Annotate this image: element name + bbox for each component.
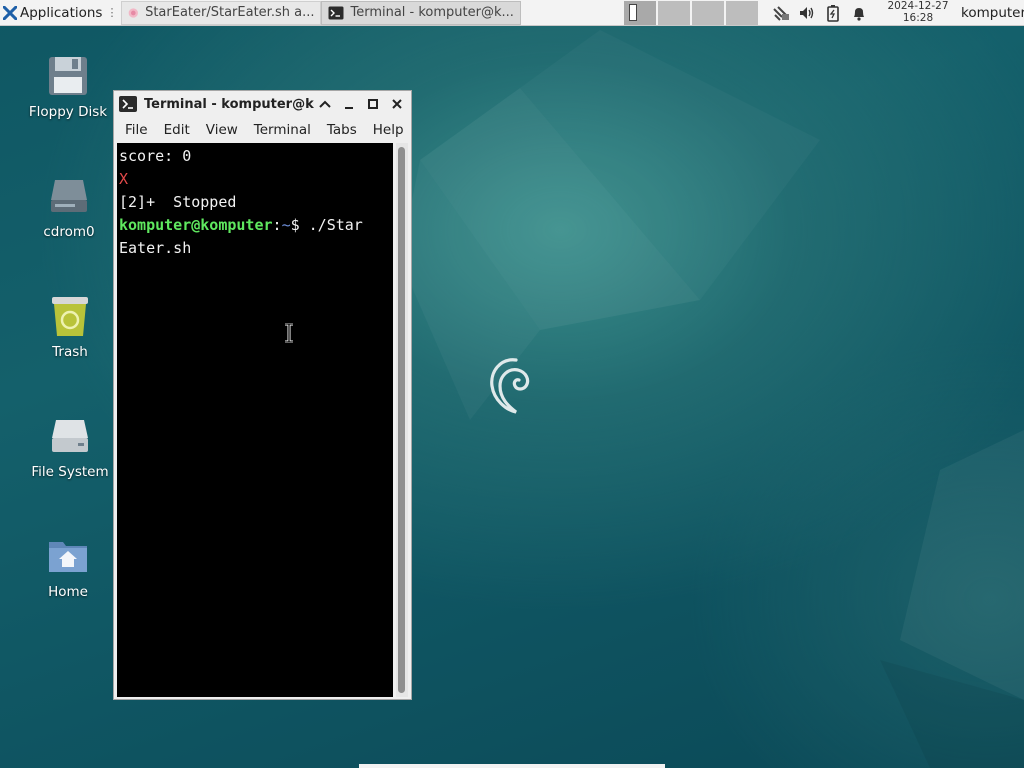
taskbar-label: StarEater/StarEater.sh a... <box>145 5 315 20</box>
desktop-icon-label: cdrom0 <box>43 224 95 240</box>
floppy-disk-icon <box>46 54 90 98</box>
panel-clock[interactable]: 2024-12-27 16:28 <box>880 0 956 24</box>
trash-icon <box>48 294 92 338</box>
menu-tabs[interactable]: Tabs <box>319 122 365 138</box>
scrollbar-thumb[interactable] <box>398 147 405 693</box>
minimize-button[interactable] <box>339 94 359 114</box>
menu-help[interactable]: Help <box>365 122 412 138</box>
terminal-window: Terminal - komputer@komputer: ~ File Edi… <box>113 90 412 700</box>
text-cursor-icon <box>285 323 293 343</box>
desktop-icon-home[interactable]: Home <box>20 534 116 600</box>
applications-menu-button[interactable]: Applications ⋮ <box>0 0 121 26</box>
volume-icon[interactable] <box>798 4 816 22</box>
workspace-2[interactable] <box>658 1 690 25</box>
taskbar-button-mousepad[interactable]: StarEater/StarEater.sh a... <box>121 0 322 25</box>
terminal-scrollbar[interactable] <box>396 143 408 697</box>
desktop-icon-label: File System <box>31 464 109 480</box>
clock-date: 2024-12-27 <box>887 0 949 12</box>
maximize-icon <box>368 99 378 109</box>
window-title: Terminal - komputer@komputer: ~ <box>144 96 314 112</box>
desktop-icon-label: Trash <box>52 344 88 360</box>
desktop-icon-label: Home <box>48 584 88 600</box>
network-icon[interactable] <box>772 4 790 22</box>
clock-time: 16:28 <box>902 11 934 24</box>
bottom-dock-edge <box>359 764 665 768</box>
desktop-icon-trash[interactable]: Trash <box>22 294 118 360</box>
workspace-switcher <box>624 1 758 25</box>
prompt-user-host: komputer@komputer <box>119 216 273 234</box>
terminal-line-marker: X <box>119 170 129 188</box>
close-icon <box>392 99 402 109</box>
battery-icon[interactable] <box>824 4 842 22</box>
workspace-window-preview <box>629 4 637 21</box>
shade-button[interactable] <box>315 94 335 114</box>
terminal-output[interactable]: score: 0 X [2]+ Stopped komputer@komputer:~… <box>117 143 393 697</box>
maximize-button[interactable] <box>363 94 383 114</box>
terminal-icon <box>119 96 137 112</box>
window-controls <box>315 94 407 114</box>
user-menu[interactable]: komputer <box>961 5 1024 21</box>
desktop-icon-cdrom0[interactable]: cdrom0 <box>21 174 117 240</box>
menu-edit[interactable]: Edit <box>156 122 198 138</box>
minimize-icon <box>345 107 353 109</box>
menu-view[interactable]: View <box>198 122 246 138</box>
notification-bell-icon[interactable] <box>850 4 868 22</box>
debian-logo <box>490 358 530 414</box>
taskbar-button-terminal[interactable]: Terminal - komputer@k... <box>321 0 522 25</box>
terminal-line-score: score: 0 <box>119 147 192 165</box>
chevron-up-icon <box>319 100 331 108</box>
menu-terminal[interactable]: Terminal <box>246 122 319 138</box>
workspace-3[interactable] <box>692 1 724 25</box>
taskbar-label: Terminal - komputer@k... <box>350 5 514 20</box>
hard-drive-icon <box>48 414 92 458</box>
prompt-path: ~ <box>281 216 291 234</box>
workspace-1[interactable] <box>624 1 656 25</box>
top-panel: Applications ⋮ StarEater/StarEater.sh a.… <box>0 0 1024 26</box>
cdrom-drive-icon <box>47 174 91 218</box>
desktop-icon-floppy-disk[interactable]: Floppy Disk <box>20 54 116 120</box>
prompt-command: $ ./Star <box>290 216 363 234</box>
terminal-line-job-status: [2]+ Stopped <box>119 193 237 211</box>
terminal-prompt-line: komputer@komputer:~$ ./Star <box>119 214 393 237</box>
xfce-logo-icon <box>3 5 17 20</box>
workspace-4[interactable] <box>726 1 758 25</box>
close-button[interactable] <box>387 94 407 114</box>
panel-separator-handle: ⋮ <box>106 6 118 19</box>
mousepad-icon <box>129 7 139 18</box>
terminal-icon <box>328 6 344 19</box>
menu-file[interactable]: File <box>114 122 156 138</box>
terminal-menubar: File Edit View Terminal Tabs Help <box>114 118 411 142</box>
system-tray <box>772 0 868 26</box>
applications-label: Applications <box>20 4 103 21</box>
window-titlebar[interactable]: Terminal - komputer@komputer: ~ <box>114 91 411 117</box>
home-folder-icon <box>46 534 90 578</box>
desktop-icon-label: Floppy Disk <box>28 104 108 120</box>
desktop-icon-file-system[interactable]: File System <box>22 414 118 480</box>
prompt-colon: : <box>272 216 282 234</box>
terminal-line-command-wrap: Eater.sh <box>119 239 192 257</box>
